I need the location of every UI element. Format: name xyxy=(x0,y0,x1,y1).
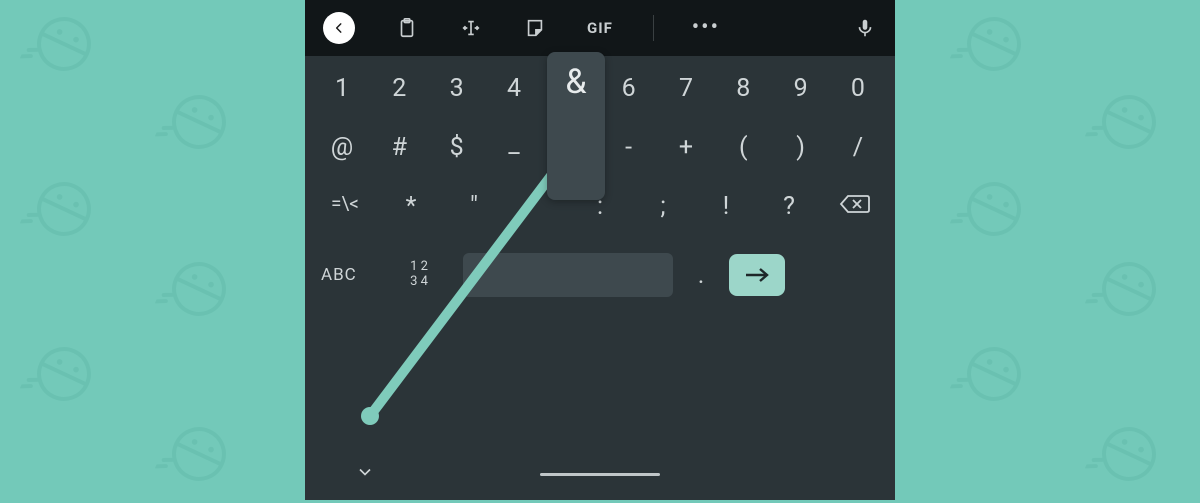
mic-icon xyxy=(854,17,876,39)
back-button[interactable] xyxy=(323,12,355,44)
key-abc[interactable]: ABC xyxy=(321,265,381,285)
keyboard-keys: 1 2 3 4 5 6 7 8 9 0 @ # $ _ & - + ( ) / … xyxy=(305,56,895,448)
nav-bar xyxy=(305,448,895,500)
key-rparen[interactable]: ) xyxy=(776,133,826,162)
keyboard-panel: GIF ••• 1 2 3 4 5 6 7 8 9 0 @ # xyxy=(305,0,895,500)
key-dquote[interactable]: " xyxy=(449,192,499,223)
nav-home-handle[interactable] xyxy=(540,473,660,476)
key-hash[interactable]: # xyxy=(374,133,424,162)
clipboard-icon xyxy=(396,17,418,39)
key-backspace[interactable] xyxy=(827,192,883,223)
key-4[interactable]: 4 xyxy=(489,74,539,103)
key-more-symbols[interactable]: =\< xyxy=(317,192,373,223)
key-row-4: ABC 1 2 3 4 . xyxy=(309,253,891,297)
more-button[interactable]: ••• xyxy=(694,16,718,40)
key-dollar[interactable]: $ xyxy=(432,133,482,162)
key-minus[interactable]: - xyxy=(604,133,654,162)
arrow-right-icon xyxy=(743,265,771,285)
toolbar-divider xyxy=(653,15,654,41)
key-at[interactable]: @ xyxy=(317,133,367,162)
key-asterisk[interactable]: * xyxy=(386,192,436,223)
keyboard-toolbar: GIF ••• xyxy=(305,0,895,56)
key-popup-char: & xyxy=(565,62,586,102)
key-spacebar[interactable] xyxy=(463,253,673,297)
text-cursor-icon xyxy=(460,17,482,39)
key-semicolon[interactable]: ; xyxy=(638,192,688,223)
key-enter[interactable] xyxy=(729,254,785,296)
key-0[interactable]: 0 xyxy=(833,74,883,103)
key-3[interactable]: 3 xyxy=(432,74,482,103)
sticker-icon xyxy=(524,17,546,39)
key-6[interactable]: 6 xyxy=(604,74,654,103)
backspace-icon xyxy=(839,192,871,216)
chevron-left-icon xyxy=(332,21,346,35)
key-2[interactable]: 2 xyxy=(374,74,424,103)
key-question[interactable]: ? xyxy=(764,192,814,223)
sticker-button[interactable] xyxy=(523,16,547,40)
gif-button[interactable]: GIF xyxy=(587,19,613,37)
text-cursor-button[interactable] xyxy=(459,16,483,40)
key-exclaim[interactable]: ! xyxy=(701,192,751,223)
key-underscore[interactable]: _ xyxy=(489,130,539,159)
collapse-keyboard-button[interactable] xyxy=(355,462,375,486)
key-7[interactable]: 7 xyxy=(661,74,711,103)
more-icon: ••• xyxy=(692,17,720,39)
mic-button[interactable] xyxy=(853,16,877,40)
key-numpad[interactable]: 1 2 3 4 xyxy=(399,260,439,290)
chevron-down-icon xyxy=(355,462,375,482)
key-slash[interactable]: / xyxy=(833,133,883,162)
clipboard-button[interactable] xyxy=(395,16,419,40)
key-popup: & xyxy=(547,52,605,200)
key-plus[interactable]: + xyxy=(661,133,711,162)
key-period[interactable]: . xyxy=(691,261,711,289)
key-1[interactable]: 1 xyxy=(317,74,367,103)
key-lparen[interactable]: ( xyxy=(718,133,768,162)
key-8[interactable]: 8 xyxy=(718,74,768,103)
key-9[interactable]: 9 xyxy=(776,74,826,103)
